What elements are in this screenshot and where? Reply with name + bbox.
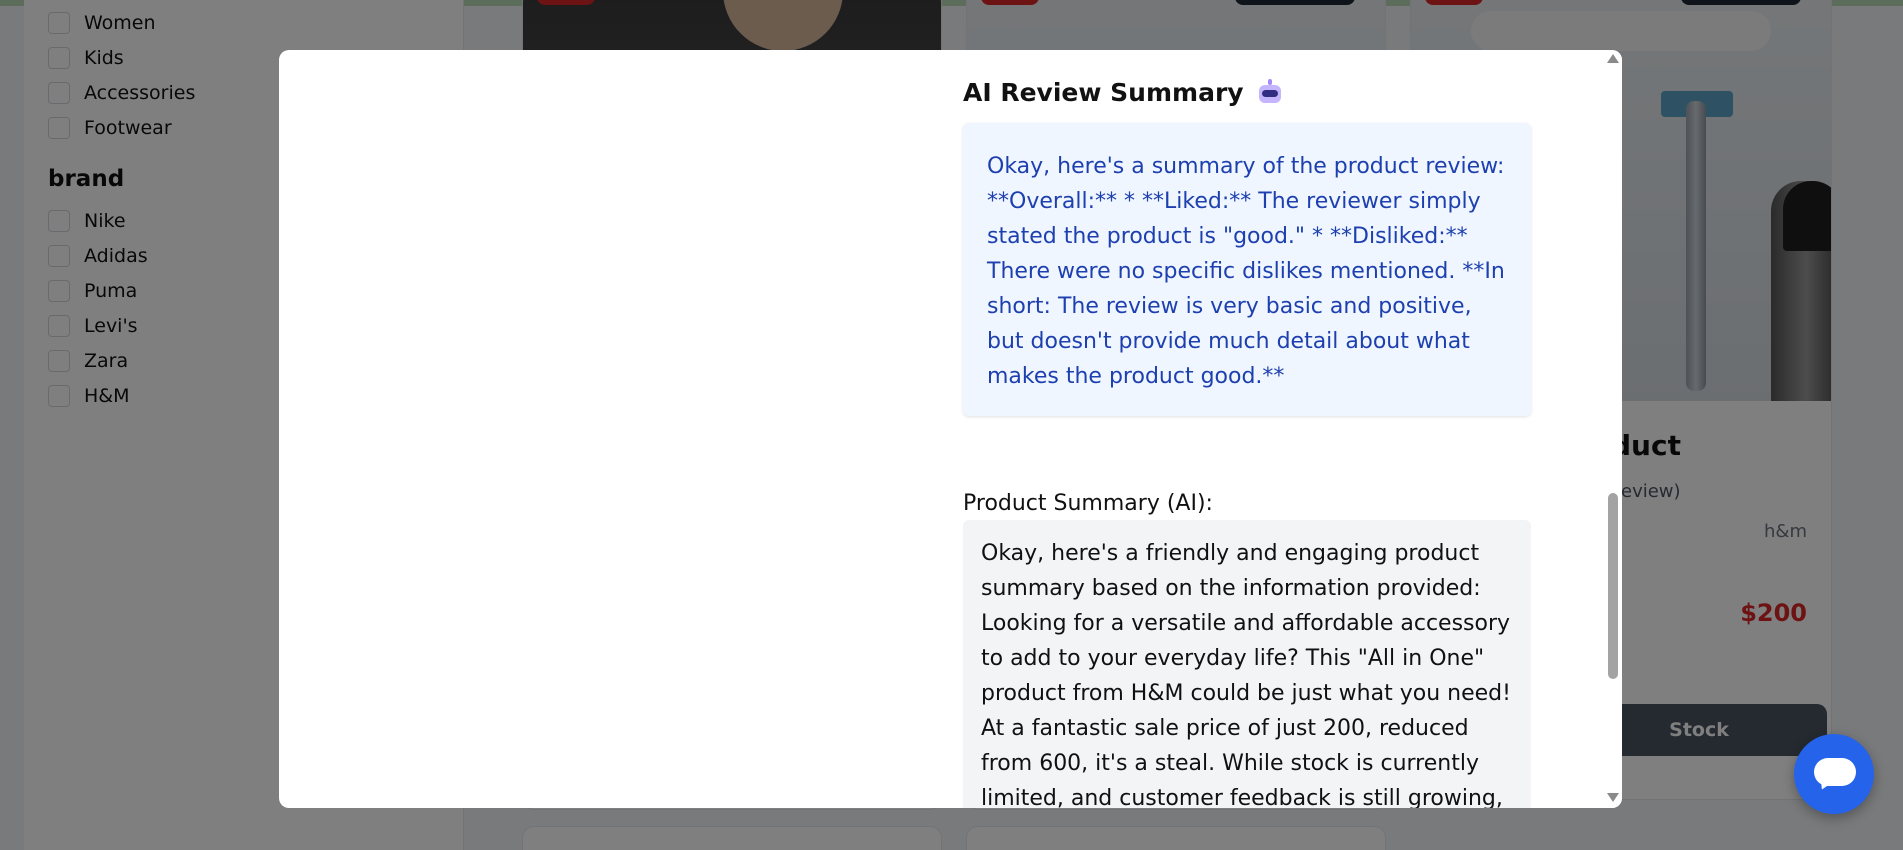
modal-scrollbar[interactable] <box>1604 50 1622 808</box>
scroll-thumb[interactable] <box>1608 493 1618 679</box>
product-summary-text: Okay, here's a friendly and engaging pro… <box>981 541 1511 808</box>
product-summary-label: Product Summary (AI): <box>963 491 1213 516</box>
ai-review-summary-box: Okay, here's a summary of the product re… <box>963 123 1531 416</box>
modal-content: AI Review Summary Okay, here's a summary… <box>963 50 1533 808</box>
heading-text: AI Review Summary <box>963 78 1244 107</box>
robot-icon <box>1256 78 1284 107</box>
scroll-down-arrow-icon[interactable] <box>1607 793 1619 802</box>
ai-review-summary-text: Okay, here's a summary of the product re… <box>987 154 1505 389</box>
scroll-up-arrow-icon[interactable] <box>1607 54 1619 63</box>
ai-review-summary-heading: AI Review Summary <box>963 78 1284 107</box>
product-summary-box: Okay, here's a friendly and engaging pro… <box>963 520 1531 808</box>
chat-button[interactable] <box>1794 734 1874 814</box>
product-details-modal: AI Review Summary Okay, here's a summary… <box>279 50 1622 808</box>
